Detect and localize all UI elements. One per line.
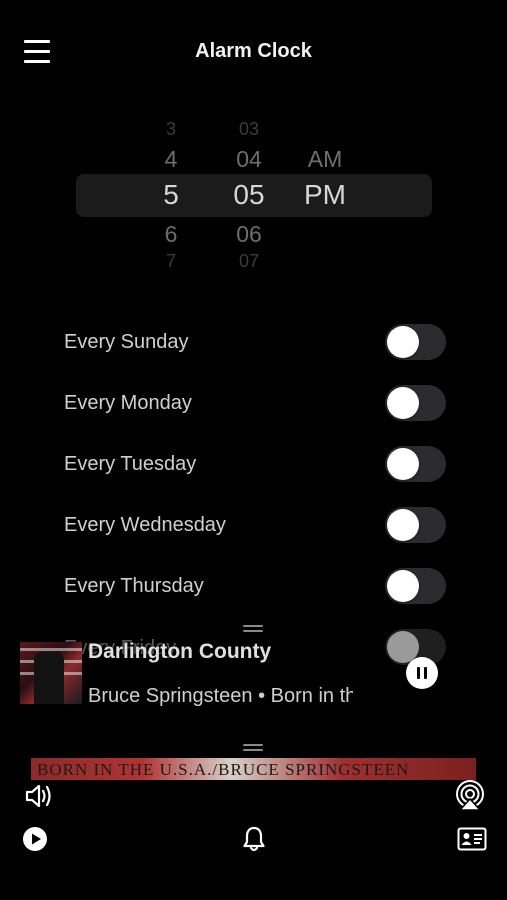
day-label: Every Wednesday bbox=[64, 514, 226, 536]
track-artist-album: Bruce Springsteen • Born in the U.S.A. bbox=[88, 685, 353, 707]
volume-icon[interactable] bbox=[24, 781, 54, 811]
day-row-wednesday: Every Wednesday bbox=[0, 505, 507, 545]
day-label: Every Thursday bbox=[64, 575, 204, 597]
minute-selected[interactable]: 05 bbox=[214, 179, 284, 211]
day-row-sunday: Every Sunday bbox=[0, 322, 507, 362]
header: Alarm Clock bbox=[0, 0, 507, 100]
day-label: Every Sunday bbox=[64, 331, 189, 353]
contact-card-icon[interactable] bbox=[457, 826, 487, 852]
pause-button[interactable] bbox=[406, 657, 438, 689]
album-banner-text: BORN IN THE U.S.A./BRUCE SPRINGSTEEN bbox=[37, 760, 410, 779]
time-picker[interactable]: 3 4 5 6 7 03 04 05 06 07 AM PM bbox=[0, 115, 507, 275]
minute-option[interactable]: 07 bbox=[214, 251, 284, 272]
album-banner: BORN IN THE U.S.A./BRUCE SPRINGSTEEN bbox=[31, 758, 476, 780]
day-row-monday: Every Monday bbox=[0, 383, 507, 423]
hour-option[interactable]: 3 bbox=[146, 119, 196, 140]
hour-option[interactable]: 4 bbox=[146, 146, 196, 173]
toggle-wednesday[interactable] bbox=[385, 507, 446, 543]
toggle-thursday[interactable] bbox=[385, 568, 446, 604]
ampm-selected[interactable]: PM bbox=[295, 179, 355, 211]
ampm-option[interactable]: AM bbox=[295, 146, 355, 173]
hour-selected[interactable]: 5 bbox=[146, 179, 196, 211]
toggle-knob bbox=[387, 448, 419, 480]
minute-option[interactable]: 06 bbox=[214, 221, 284, 248]
toggle-tuesday[interactable] bbox=[385, 446, 446, 482]
queue-grabber[interactable] bbox=[243, 744, 263, 751]
hour-option[interactable]: 6 bbox=[146, 221, 196, 248]
day-label: Every Tuesday bbox=[64, 453, 197, 475]
day-row-thursday: Every Thursday bbox=[0, 566, 507, 606]
airplay-icon[interactable] bbox=[454, 779, 486, 811]
album-art[interactable] bbox=[20, 642, 82, 704]
toggle-knob bbox=[387, 387, 419, 419]
toggle-knob bbox=[387, 326, 419, 358]
minute-option[interactable]: 04 bbox=[214, 146, 284, 173]
toggle-monday[interactable] bbox=[385, 385, 446, 421]
track-title: Darlington County bbox=[88, 640, 272, 663]
minute-option[interactable]: 03 bbox=[214, 119, 284, 140]
toggle-knob bbox=[387, 509, 419, 541]
toggle-sunday[interactable] bbox=[385, 324, 446, 360]
day-row-tuesday: Every Tuesday bbox=[0, 444, 507, 484]
page-title: Alarm Clock bbox=[195, 40, 312, 62]
play-icon[interactable] bbox=[22, 826, 48, 852]
hour-option[interactable]: 7 bbox=[146, 251, 196, 272]
mini-player[interactable]: Every Friday Darlington County Bruce Spr… bbox=[0, 629, 507, 720]
toggle-knob bbox=[387, 570, 419, 602]
day-label: Every Monday bbox=[64, 392, 192, 414]
alarm-bell-icon[interactable] bbox=[241, 825, 267, 853]
